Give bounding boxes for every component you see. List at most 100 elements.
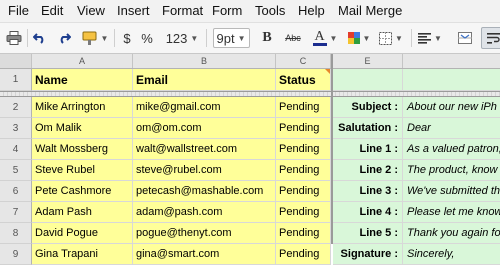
contact-name-cell[interactable]: Om Malik — [32, 118, 133, 139]
contact-status-cell[interactable]: Pending — [276, 160, 331, 181]
row-header[interactable]: 8 — [0, 223, 32, 244]
text-color-swatch — [312, 42, 327, 46]
text-color-dropdown[interactable]: A ▼ — [311, 27, 339, 49]
row-header[interactable]: 1 — [0, 69, 32, 91]
row-header[interactable]: 5 — [0, 160, 32, 181]
contact-email-cell[interactable]: petecash@mashable.com — [133, 181, 276, 202]
contact-email-cell[interactable]: pogue@thenyt.com — [133, 223, 276, 244]
chevron-down-icon: ▼ — [237, 33, 246, 43]
menu-edit[interactable]: Edit — [41, 3, 63, 18]
template-label-cell[interactable]: Signature : — [333, 244, 403, 265]
template-label-cell[interactable]: Line 2 : — [333, 160, 403, 181]
contact-name-cell[interactable]: Walt Mossberg — [32, 139, 133, 160]
contact-name-cell[interactable]: Adam Pash — [32, 202, 133, 223]
contact-email-cell[interactable]: gina@smart.com — [133, 244, 276, 265]
borders-icon[interactable]: ▼ — [378, 27, 404, 49]
contact-name-cell[interactable]: Steve Rubel — [32, 160, 133, 181]
text-color-label: A — [314, 28, 325, 44]
contact-email-cell[interactable]: walt@wallstreet.com — [133, 139, 276, 160]
column-header-b[interactable]: B — [133, 54, 276, 68]
toolbar-divider — [27, 29, 28, 47]
menu-mail-merge[interactable]: Mail Merge — [338, 3, 402, 18]
contact-email-cell[interactable]: mike@gmail.com — [133, 97, 276, 118]
template-label-cell[interactable]: Salutation : — [333, 118, 403, 139]
contact-name-cell[interactable]: Pete Cashmore — [32, 181, 133, 202]
toolbar-divider — [206, 29, 207, 47]
print-icon[interactable] — [4, 27, 24, 49]
template-text-cell[interactable]: As a valued patron, — [403, 139, 500, 160]
bold-button[interactable]: B — [259, 27, 275, 49]
contact-status-cell[interactable]: Pending — [276, 139, 331, 160]
header-cell-name[interactable]: Name — [32, 69, 133, 91]
chevron-down-icon: ▼ — [362, 33, 371, 43]
chevron-down-icon: ▼ — [395, 33, 403, 43]
undo-icon[interactable] — [31, 27, 49, 49]
menu-view[interactable]: View — [77, 3, 105, 18]
menu-tools[interactable]: Tools — [255, 3, 285, 18]
template-label-cell[interactable]: Line 4 : — [333, 202, 403, 223]
grid-cell[interactable] — [403, 69, 500, 91]
menu-bar: File Edit View Insert Format Form Tools … — [0, 0, 500, 23]
toolbar: ▼ $ % 123 ▼ 9pt ▼ B Abc A ▼ ▼ ▼ ▼ — [0, 23, 500, 54]
contact-status-cell[interactable]: Pending — [276, 223, 331, 244]
menu-help[interactable]: Help — [298, 3, 325, 18]
template-text-cell[interactable]: The product, know — [403, 160, 500, 181]
menu-form[interactable]: Form — [212, 3, 242, 18]
number-format-label: 123 — [165, 30, 188, 46]
contact-status-cell[interactable]: Pending — [276, 97, 331, 118]
contact-status-cell[interactable]: Pending — [276, 118, 331, 139]
template-text-cell[interactable]: About our new iPh — [403, 97, 500, 118]
template-text-cell[interactable]: Thank you again fo — [403, 223, 500, 244]
contact-email-cell[interactable]: adam@pash.com — [133, 202, 276, 223]
format-painter-dropdown[interactable]: ▼ — [80, 27, 110, 49]
row-header[interactable]: 6 — [0, 181, 32, 202]
row-header[interactable]: 4 — [0, 139, 32, 160]
frozen-column-divider[interactable] — [331, 54, 333, 244]
chevron-down-icon: ▼ — [190, 33, 199, 43]
column-header-c[interactable]: C — [276, 54, 331, 68]
template-label-cell[interactable]: Subject : — [333, 97, 403, 118]
template-text-cell[interactable]: We've submitted th — [403, 181, 500, 202]
currency-format-button[interactable]: $ — [119, 27, 135, 49]
row-header[interactable]: 9 — [0, 244, 32, 265]
select-all-corner[interactable] — [0, 54, 32, 68]
grid-cell[interactable] — [333, 69, 403, 91]
row-header[interactable]: 2 — [0, 97, 32, 118]
align-icon[interactable]: ▼ — [416, 27, 444, 49]
contact-name-cell[interactable]: Mike Arrington — [32, 97, 133, 118]
template-text-cell[interactable]: Dear — [403, 118, 500, 139]
number-format-dropdown[interactable]: 123 ▼ — [163, 27, 201, 49]
contact-email-cell[interactable]: steve@rubel.com — [133, 160, 276, 181]
template-label-cell[interactable]: Line 3 : — [333, 181, 403, 202]
template-label-cell[interactable]: Line 1 : — [333, 139, 403, 160]
menu-file[interactable]: File — [8, 3, 29, 18]
column-header-a[interactable]: A — [32, 54, 133, 68]
percent-format-button[interactable]: % — [139, 27, 155, 49]
comment-indicator — [325, 69, 330, 74]
strikethrough-button[interactable]: Abc — [281, 27, 305, 49]
contact-email-cell[interactable]: om@om.com — [133, 118, 276, 139]
fill-color-icon[interactable]: ▼ — [346, 27, 372, 49]
contact-name-cell[interactable]: Gina Trapani — [32, 244, 133, 265]
row-header[interactable]: 3 — [0, 118, 32, 139]
contact-status-cell[interactable]: Pending — [276, 244, 331, 265]
menu-insert[interactable]: Insert — [117, 3, 150, 18]
merge-cells-icon[interactable] — [455, 27, 475, 49]
redo-icon[interactable] — [55, 27, 73, 49]
wrap-text-icon[interactable] — [481, 27, 500, 49]
toolbar-divider — [114, 29, 115, 47]
template-label-cell[interactable]: Line 5 : — [333, 223, 403, 244]
row-header[interactable]: 7 — [0, 202, 32, 223]
column-header-f[interactable] — [403, 54, 500, 68]
template-text-cell[interactable]: Please let me know — [403, 202, 500, 223]
contact-status-cell[interactable]: Pending — [276, 181, 331, 202]
contact-status-cell[interactable]: Pending — [276, 202, 331, 223]
header-cell-status[interactable]: Status — [276, 69, 331, 91]
font-size-value: 9pt — [216, 30, 235, 46]
column-header-e[interactable]: E — [333, 54, 403, 68]
template-text-cell[interactable]: Sincerely, — [403, 244, 500, 265]
contact-name-cell[interactable]: David Pogue — [32, 223, 133, 244]
header-cell-email[interactable]: Email — [133, 69, 276, 91]
font-size-dropdown[interactable]: 9pt ▼ — [210, 27, 252, 49]
menu-format[interactable]: Format — [162, 3, 203, 18]
